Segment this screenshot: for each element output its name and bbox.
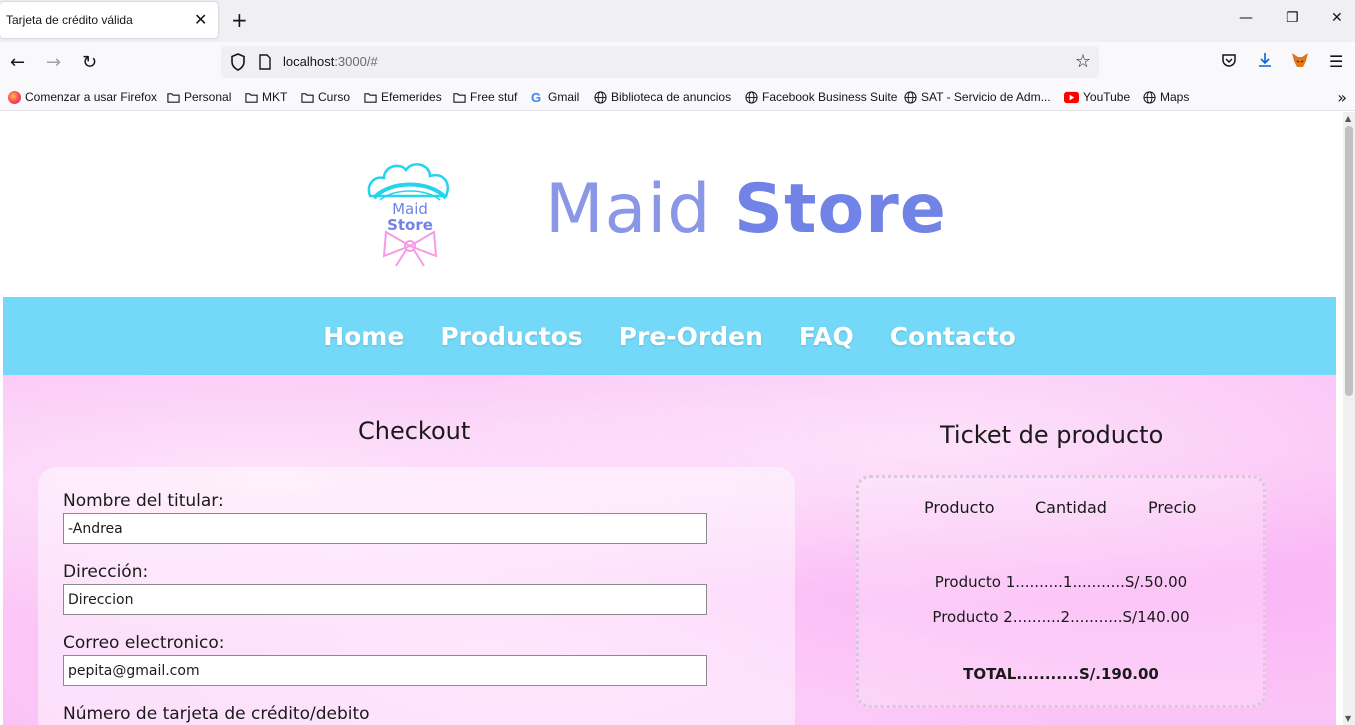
ticket-total: TOTAL...........S/.190.00: [963, 665, 1159, 683]
ticket-header-price: Precio: [1148, 498, 1197, 517]
folder-icon: [453, 92, 466, 103]
browser-toolbar: ← → ↻ localhost:3000/# ☆ ☰: [0, 42, 1355, 86]
folder-icon: [245, 92, 258, 103]
reload-icon[interactable]: ↻: [82, 52, 97, 73]
shield-icon[interactable]: [230, 53, 246, 71]
browser-tab[interactable]: Tarjeta de crédito válida ✕: [0, 2, 218, 38]
browser-tab-bar: Tarjeta de crédito válida ✕ + — ❐ ✕: [0, 0, 1355, 42]
card-number-label: Número de tarjeta de crédito/debito: [63, 704, 370, 724]
close-window-icon[interactable]: ✕: [1331, 10, 1343, 26]
bookmark-item[interactable]: YouTube: [1064, 90, 1130, 104]
bookmark-item[interactable]: Facebook Business Suite: [745, 90, 897, 104]
checkout-form: Nombre del titular: Dirección: Correo el…: [38, 467, 795, 725]
logo-text-bottom: Store: [387, 216, 433, 234]
bookmark-item[interactable]: SAT - Servicio de Adm...: [904, 90, 1051, 104]
nav-contacto[interactable]: Contacto: [890, 322, 1016, 351]
pocket-icon[interactable]: [1221, 52, 1237, 68]
ticket-header-quantity: Cantidad: [1035, 498, 1107, 517]
scroll-thumb[interactable]: [1345, 126, 1353, 396]
firefox-icon: [8, 90, 21, 104]
holder-name-input[interactable]: [63, 513, 707, 544]
nav-home[interactable]: Home: [323, 322, 404, 351]
bookmark-item[interactable]: MKT: [245, 90, 287, 104]
ticket-box: Producto Cantidad Precio Producto 1.....…: [856, 475, 1266, 708]
web-page: Maid Store Maid Store Home Productos Pre…: [0, 112, 1343, 725]
download-icon[interactable]: [1257, 52, 1273, 68]
new-tab-icon[interactable]: +: [231, 8, 248, 32]
bookmark-item[interactable]: Personal: [167, 90, 231, 104]
back-icon[interactable]: ←: [10, 52, 25, 73]
tab-title: Tarjeta de crédito válida: [6, 13, 133, 27]
globe-icon: [1143, 90, 1156, 104]
bookmark-item[interactable]: Curso: [301, 90, 350, 104]
ticket-title: Ticket de producto: [940, 421, 1164, 449]
bookmark-star-icon[interactable]: ☆: [1075, 51, 1091, 72]
ticket-line: Producto 2..........2...........S/140.00: [932, 608, 1190, 626]
bookmark-item[interactable]: Maps: [1143, 90, 1189, 104]
holder-name-label: Nombre del titular:: [63, 491, 224, 511]
globe-icon: [904, 90, 917, 104]
metamask-fox-icon[interactable]: [1291, 52, 1309, 68]
url-text[interactable]: localhost:3000/#: [283, 54, 378, 69]
wordmark-bold: Store: [734, 170, 947, 249]
bookmark-item[interactable]: Comenzar a usar Firefox: [8, 90, 157, 104]
forward-icon[interactable]: →: [46, 52, 61, 73]
folder-icon: [364, 92, 377, 103]
wordmark-light: Maid: [545, 170, 712, 249]
menu-icon[interactable]: ☰: [1329, 52, 1343, 71]
page-scrollbar[interactable]: ▲ ▼: [1343, 112, 1355, 725]
google-icon: G: [531, 89, 542, 105]
address-label: Dirección:: [63, 562, 149, 582]
folder-icon: [167, 92, 180, 103]
address-input[interactable]: [63, 584, 707, 615]
folder-icon: [301, 92, 314, 103]
minimize-icon[interactable]: —: [1239, 10, 1253, 26]
close-tab-icon[interactable]: ✕: [194, 10, 207, 29]
email-input[interactable]: [63, 655, 707, 686]
bookmarks-bar: Comenzar a usar Firefox Personal MKT Cur…: [0, 86, 1355, 111]
bookmark-item[interactable]: Biblioteca de anuncios: [594, 90, 731, 104]
ticket-header-product: Producto: [924, 498, 995, 517]
url-bar[interactable]: localhost:3000/# ☆: [221, 46, 1099, 78]
email-label: Correo electronico:: [63, 633, 225, 653]
checkout-section: Checkout Nombre del titular: Dirección: …: [3, 375, 1336, 725]
restore-icon[interactable]: ❐: [1286, 10, 1299, 26]
bookmark-item[interactable]: Efemerides: [364, 90, 442, 104]
globe-icon: [745, 90, 758, 104]
globe-icon: [594, 90, 607, 104]
scroll-up-icon[interactable]: ▲: [1345, 114, 1351, 123]
youtube-icon: [1064, 91, 1079, 103]
nav-pre-orden[interactable]: Pre-Orden: [619, 322, 763, 351]
checkout-title: Checkout: [358, 417, 471, 445]
ticket-line: Producto 1..........1...........S/.50.00: [934, 573, 1188, 591]
scroll-down-icon[interactable]: ▼: [1345, 714, 1351, 723]
page-icon[interactable]: [258, 54, 272, 70]
maid-store-logo[interactable]: Maid Store: [360, 156, 460, 268]
bookmarks-overflow-icon[interactable]: »: [1337, 88, 1347, 107]
site-wordmark[interactable]: Maid Store: [545, 170, 947, 249]
site-navigation: Home Productos Pre-Orden FAQ Contacto: [3, 297, 1336, 375]
nav-faq[interactable]: FAQ: [799, 322, 854, 351]
nav-productos[interactable]: Productos: [440, 322, 582, 351]
bookmark-item[interactable]: G Gmail: [531, 90, 579, 104]
bookmark-item[interactable]: Free stuf: [453, 90, 517, 104]
